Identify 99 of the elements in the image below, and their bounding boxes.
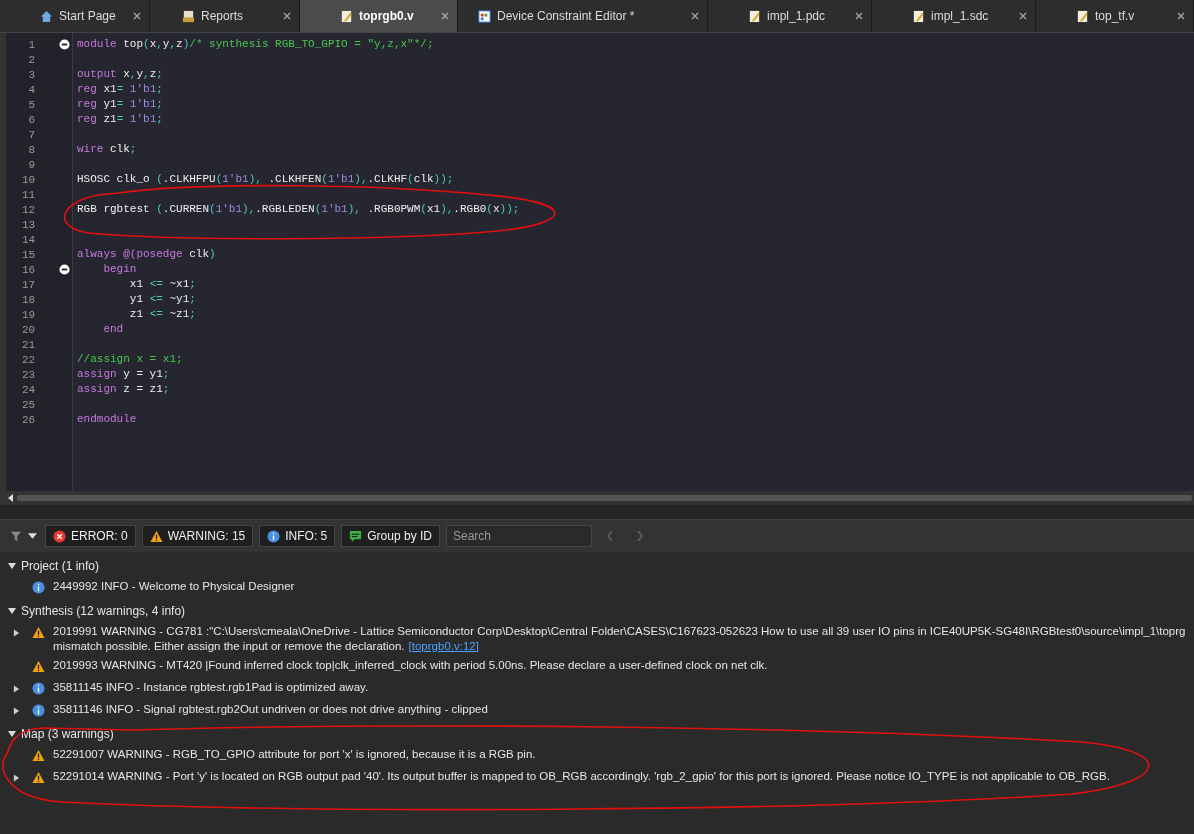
code-line: y1 <= ~y1; [128, 293, 196, 305]
code-line: module top(x,y,z)/* synthesis RGB_TO_GPIO = "y,z,x"*/; [77, 38, 434, 50]
close-icon[interactable] [855, 12, 863, 20]
info-icon [32, 581, 45, 594]
close-icon[interactable] [441, 12, 449, 20]
filter-button[interactable]: ERROR: 0 [45, 525, 136, 547]
code-line: output x,y,z; [77, 68, 163, 80]
line-number: 16 [20, 263, 36, 276]
expand-caret-icon[interactable] [8, 729, 16, 738]
filter-icon[interactable] [10, 530, 22, 542]
message-text: 52291014 WARNING - Port 'y' is located on RGB output pad '40'. Its output buffer is mapped to OB_RGB accordingly. 'rgb_2_gpio' for this port is ignored. Please notice IO_TYPE is not applicable to OB_RGB. [53, 770, 1110, 782]
line-number: 13 [20, 218, 36, 231]
info-icon [32, 682, 45, 695]
line-number: 9 [27, 158, 36, 171]
code-line: RGB rgbtest (.CURREN(1'b1),.RGBLEDEN(1'b1), .RGB0PWM(x1),.RGB0(x)); [77, 203, 520, 215]
line-number: 10 [20, 173, 36, 186]
code-line: //assign x = x1; [77, 353, 183, 365]
code-line: endmodule [77, 413, 137, 425]
group-title[interactable]: Synthesis (12 warnings, 4 info) [21, 603, 186, 618]
line-number: 8 [27, 143, 36, 156]
group-title[interactable]: Map (3 warnings) [21, 726, 114, 741]
line-number: 22 [20, 353, 36, 366]
code-line: reg z1= 1'b1; [77, 113, 163, 125]
line-number: 24 [20, 383, 36, 396]
search-field[interactable]: Search [446, 525, 592, 547]
expand-caret-icon[interactable] [8, 606, 16, 615]
close-icon[interactable] [1177, 12, 1185, 20]
code-line: begin [102, 263, 137, 275]
line-number: 2 [27, 53, 36, 66]
line-number: 7 [27, 128, 36, 141]
source-link[interactable]: [toprgb0.v:12] [408, 640, 479, 652]
table-icon [478, 9, 491, 23]
code-line: assign y = y1; [77, 368, 170, 380]
line-number: 4 [27, 83, 36, 96]
warning-icon [32, 771, 45, 784]
line-number: 3 [27, 68, 36, 81]
info-icon [32, 704, 45, 717]
line-number: 14 [20, 233, 36, 246]
message-text: 52291007 WARNING - RGB_TO_GPIO attribute for port 'x' is ignored, because it is a RGB pin. [53, 748, 536, 760]
code-line: reg y1= 1'b1; [77, 98, 163, 110]
file-edit-icon [912, 9, 925, 23]
warning-icon [32, 626, 45, 639]
warning-icon [149, 529, 163, 543]
expand-arrow-icon[interactable] [12, 774, 20, 782]
comment-icon [349, 529, 363, 543]
expand-caret-icon[interactable] [8, 561, 16, 570]
line-number: 1 [27, 38, 36, 51]
line-number: 21 [20, 338, 36, 351]
expand-arrow-icon[interactable] [12, 629, 20, 637]
line-number: 23 [20, 368, 36, 381]
filter-button[interactable]: WARNING: 15 [141, 525, 254, 547]
code-line: HSOSC clk_o (.CLKHFPU(1'b1), .CLKHFEN(1'b1),.CLKHF(clk)); [77, 173, 454, 185]
error-icon [53, 529, 66, 543]
horizontal-scrollbar[interactable] [17, 495, 1192, 501]
close-icon[interactable] [691, 12, 699, 20]
expand-arrow-icon[interactable] [12, 707, 20, 715]
filter-button[interactable]: Group by ID [341, 525, 440, 547]
code-line: always @(posedge clk) [77, 248, 216, 260]
line-number: 18 [20, 293, 36, 306]
line-number: 5 [27, 98, 36, 111]
file-edit-icon [1076, 9, 1089, 23]
report-icon [182, 9, 195, 23]
line-number: 12 [20, 203, 36, 216]
info-icon [267, 529, 281, 543]
line-number: 20 [20, 323, 36, 336]
close-icon[interactable] [1019, 12, 1027, 20]
message-text: 2449992 INFO - Welcome to Physical Designer [53, 580, 295, 592]
collapse-icon[interactable] [59, 39, 70, 50]
message-text: mismatch possible. Either assign the input or remove the declaration. [53, 640, 405, 652]
filter-button[interactable]: INFO: 5 [259, 525, 336, 547]
message-text: 2019993 WARNING - MT420 |Found inferred clock top|clk_inferred_clock with period 5.00ns. Please declare a user-defined clock on net clk. [53, 659, 768, 671]
line-number: 15 [20, 248, 36, 261]
code-line: end [102, 323, 124, 335]
file-edit-icon [340, 9, 353, 23]
dropdown-caret-icon[interactable] [28, 533, 37, 539]
file-edit-icon [748, 9, 761, 23]
message-text: 35811146 INFO - Signal rgbtest.rgb2Out undriven or does not drive anything - clipped [53, 703, 488, 715]
line-number: 11 [20, 188, 36, 201]
editor-tab[interactable]: toprgb0.v [300, 0, 458, 32]
code-line: wire clk; [77, 143, 137, 155]
code-line: assign z = z1; [77, 383, 170, 395]
close-icon[interactable] [133, 12, 141, 20]
code-line: reg x1= 1'b1; [77, 83, 163, 95]
message-text: 35811145 INFO - Instance rgbtest.rgb1Pad is optimized away. [53, 681, 369, 693]
code-line: z1 <= ~z1; [128, 308, 196, 320]
warning-icon [32, 660, 45, 673]
warning-icon [32, 749, 45, 762]
line-number: 6 [27, 113, 36, 126]
collapse-icon[interactable] [59, 264, 70, 275]
group-title[interactable]: Project (1 info) [21, 558, 100, 573]
line-number: 25 [20, 398, 36, 411]
line-number: 19 [20, 308, 36, 321]
expand-arrow-icon[interactable] [12, 685, 20, 693]
home-icon [40, 9, 53, 23]
message-text: 2019991 WARNING - CG781 :"C:\Users\cmeala\OneDrive - Lattice Semiconductor Corp\Desktop\Central Folder\CASES\C167623-052623 How to use all 39 user IO pins in ICE40UP5K-SG48I\RGBtest0\source\impl_1\toprg [53, 625, 1186, 637]
code-line: x1 <= ~x1; [128, 278, 196, 290]
line-number: 17 [20, 278, 36, 291]
line-number: 26 [20, 413, 36, 426]
close-icon[interactable] [283, 12, 291, 20]
